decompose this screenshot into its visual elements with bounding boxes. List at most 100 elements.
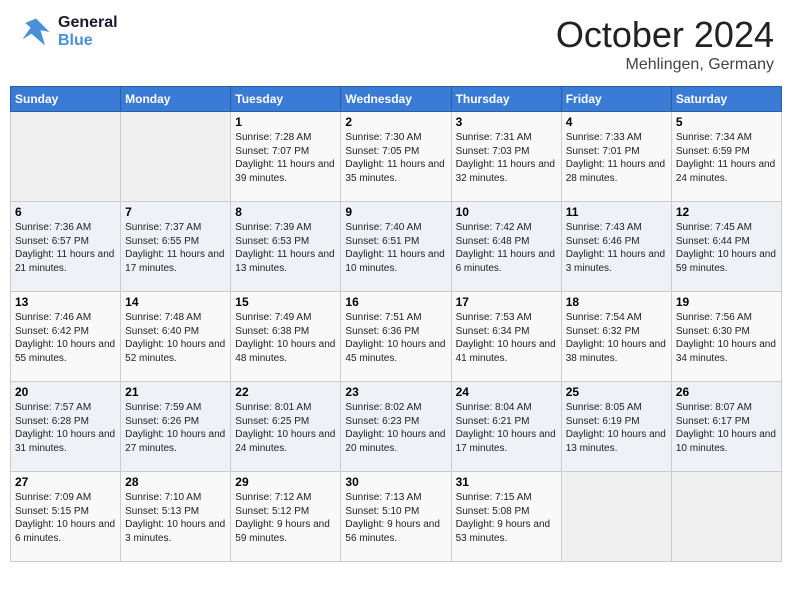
day-info: Sunrise: 7:59 AMSunset: 6:26 PMDaylight:… bbox=[125, 401, 226, 455]
col-tuesday: Tuesday bbox=[231, 87, 341, 112]
day-number: 20 bbox=[15, 385, 116, 399]
week-row-3: 13Sunrise: 7:46 AMSunset: 6:42 PMDayligh… bbox=[11, 292, 782, 382]
day-info: Sunrise: 8:01 AMSunset: 6:25 PMDaylight:… bbox=[235, 401, 336, 455]
day-number: 23 bbox=[345, 385, 446, 399]
table-row: 24Sunrise: 8:04 AMSunset: 6:21 PMDayligh… bbox=[451, 382, 561, 472]
day-info: Sunrise: 7:28 AMSunset: 7:07 PMDaylight:… bbox=[235, 131, 336, 185]
day-info: Sunrise: 7:12 AMSunset: 5:12 PMDaylight:… bbox=[235, 491, 336, 545]
day-number: 8 bbox=[235, 205, 336, 219]
day-number: 19 bbox=[676, 295, 777, 309]
day-number: 25 bbox=[566, 385, 667, 399]
table-row: 11 Sunrise: 7:43 AMSunset: 6:46 PMDayligh… bbox=[561, 202, 671, 292]
day-number: 11 bbox=[566, 205, 667, 219]
day-number: 5 bbox=[676, 115, 777, 129]
table-row: 19 Sunrise: 7:56 AMSunset: 6:30 PMDayligh… bbox=[671, 292, 781, 382]
day-info: Sunrise: 8:04 AMSunset: 6:21 PMDaylight:… bbox=[456, 401, 557, 455]
table-row: 7Sunrise: 7:37 AMSunset: 6:55 PMDaylight… bbox=[121, 202, 231, 292]
table-row: 29Sunrise: 7:12 AMSunset: 5:12 PMDayligh… bbox=[231, 472, 341, 562]
month-title: October 2024 bbox=[556, 14, 774, 56]
location-subtitle: Mehlingen, Germany bbox=[556, 56, 774, 74]
col-friday: Friday bbox=[561, 87, 671, 112]
table-row: 27 Sunrise: 7:09 AMSunset: 5:15 PMDayligh… bbox=[11, 472, 121, 562]
day-number: 18 bbox=[566, 295, 667, 309]
day-number: 30 bbox=[345, 475, 446, 489]
day-info: Sunrise: 7:46 AMSunset: 6:42 PMDaylight:… bbox=[15, 311, 116, 365]
day-info: Sunrise: 7:45 AMSunset: 6:44 PMDaylight:… bbox=[676, 221, 777, 275]
page-header: General Blue October 2024 Mehlingen, Ger… bbox=[10, 10, 782, 78]
day-info: Sunrise: 7:37 AMSunset: 6:55 PMDaylight:… bbox=[125, 221, 226, 275]
day-info: Sunrise: 7:33 AMSunset: 7:01 PMDaylight:… bbox=[566, 131, 667, 185]
day-number: 1 bbox=[235, 115, 336, 129]
logo: General Blue bbox=[18, 14, 118, 50]
table-row: 28 Sunrise: 7:10 AMSunset: 5:13 PMDayligh… bbox=[121, 472, 231, 562]
col-wednesday: Wednesday bbox=[341, 87, 451, 112]
table-row: 5 Sunrise: 7:34 AMSunset: 6:59 PMDaylight… bbox=[671, 112, 781, 202]
day-number: 4 bbox=[566, 115, 667, 129]
header-row: Sunday Monday Tuesday Wednesday Thursday… bbox=[11, 87, 782, 112]
calendar-body: 1 Sunrise: 7:28 AMSunset: 7:07 PMDaylight… bbox=[11, 112, 782, 562]
table-row: 3Sunrise: 7:31 AMSunset: 7:03 PMDaylight… bbox=[451, 112, 561, 202]
table-row: 8 Sunrise: 7:39 AMSunset: 6:53 PMDaylight… bbox=[231, 202, 341, 292]
day-number: 31 bbox=[456, 475, 557, 489]
day-info: Sunrise: 7:30 AMSunset: 7:05 PMDaylight:… bbox=[345, 131, 446, 185]
day-info: Sunrise: 7:10 AMSunset: 5:13 PMDaylight:… bbox=[125, 491, 226, 545]
day-info: Sunrise: 7:15 AMSunset: 5:08 PMDaylight:… bbox=[456, 491, 557, 545]
day-info: Sunrise: 7:48 AMSunset: 6:40 PMDaylight:… bbox=[125, 311, 226, 365]
day-info: Sunrise: 7:56 AMSunset: 6:30 PMDaylight:… bbox=[676, 311, 777, 365]
table-row: 30 Sunrise: 7:13 AMSunset: 5:10 PMDayligh… bbox=[341, 472, 451, 562]
table-row: 17Sunrise: 7:53 AMSunset: 6:34 PMDayligh… bbox=[451, 292, 561, 382]
col-thursday: Thursday bbox=[451, 87, 561, 112]
logo-bird-icon bbox=[18, 14, 54, 50]
day-info: Sunrise: 7:54 AMSunset: 6:32 PMDaylight:… bbox=[566, 311, 667, 365]
day-info: Sunrise: 7:57 AMSunset: 6:28 PMDaylight:… bbox=[15, 401, 116, 455]
day-info: Sunrise: 7:09 AMSunset: 5:15 PMDaylight:… bbox=[15, 491, 116, 545]
logo-general-text: General bbox=[58, 14, 118, 32]
logo-text: General Blue bbox=[58, 14, 118, 49]
table-row: 12Sunrise: 7:45 AMSunset: 6:44 PMDayligh… bbox=[671, 202, 781, 292]
day-info: Sunrise: 7:39 AMSunset: 6:53 PMDaylight:… bbox=[235, 221, 336, 275]
col-saturday: Saturday bbox=[671, 87, 781, 112]
logo-blue-text: Blue bbox=[58, 32, 118, 50]
day-number: 28 bbox=[125, 475, 226, 489]
table-row: 2 Sunrise: 7:30 AMSunset: 7:05 PMDaylight… bbox=[341, 112, 451, 202]
day-number: 14 bbox=[125, 295, 226, 309]
day-info: Sunrise: 7:36 AMSunset: 6:57 PMDaylight:… bbox=[15, 221, 116, 275]
week-row-2: 6 Sunrise: 7:36 AMSunset: 6:57 PMDaylight… bbox=[11, 202, 782, 292]
day-info: Sunrise: 8:07 AMSunset: 6:17 PMDaylight:… bbox=[676, 401, 777, 455]
day-number: 22 bbox=[235, 385, 336, 399]
day-number: 2 bbox=[345, 115, 446, 129]
table-row bbox=[11, 112, 121, 202]
calendar-table: Sunday Monday Tuesday Wednesday Thursday… bbox=[10, 86, 782, 562]
day-info: Sunrise: 7:34 AMSunset: 6:59 PMDaylight:… bbox=[676, 131, 777, 185]
day-number: 6 bbox=[15, 205, 116, 219]
table-row: 26 Sunrise: 8:07 AMSunset: 6:17 PMDayligh… bbox=[671, 382, 781, 472]
day-info: Sunrise: 7:42 AMSunset: 6:48 PMDaylight:… bbox=[456, 221, 557, 275]
table-row bbox=[121, 112, 231, 202]
day-number: 27 bbox=[15, 475, 116, 489]
day-info: Sunrise: 7:40 AMSunset: 6:51 PMDaylight:… bbox=[345, 221, 446, 275]
table-row: 22 Sunrise: 8:01 AMSunset: 6:25 PMDayligh… bbox=[231, 382, 341, 472]
day-info: Sunrise: 7:51 AMSunset: 6:36 PMDaylight:… bbox=[345, 311, 446, 365]
table-row: 1 Sunrise: 7:28 AMSunset: 7:07 PMDaylight… bbox=[231, 112, 341, 202]
day-info: Sunrise: 7:13 AMSunset: 5:10 PMDaylight:… bbox=[345, 491, 446, 545]
table-row: 15Sunrise: 7:49 AMSunset: 6:38 PMDayligh… bbox=[231, 292, 341, 382]
day-number: 21 bbox=[125, 385, 226, 399]
table-row: 9Sunrise: 7:40 AMSunset: 6:51 PMDaylight… bbox=[341, 202, 451, 292]
day-info: Sunrise: 7:53 AMSunset: 6:34 PMDaylight:… bbox=[456, 311, 557, 365]
table-row bbox=[561, 472, 671, 562]
day-number: 26 bbox=[676, 385, 777, 399]
table-row: 14 Sunrise: 7:48 AMSunset: 6:40 PMDayligh… bbox=[121, 292, 231, 382]
table-row: 31 Sunrise: 7:15 AMSunset: 5:08 PMDayligh… bbox=[451, 472, 561, 562]
day-number: 3 bbox=[456, 115, 557, 129]
table-row: 23 Sunrise: 8:02 AMSunset: 6:23 PMDayligh… bbox=[341, 382, 451, 472]
title-block: October 2024 Mehlingen, Germany bbox=[556, 14, 774, 74]
table-row bbox=[671, 472, 781, 562]
day-info: Sunrise: 7:49 AMSunset: 6:38 PMDaylight:… bbox=[235, 311, 336, 365]
day-info: Sunrise: 8:05 AMSunset: 6:19 PMDaylight:… bbox=[566, 401, 667, 455]
day-number: 10 bbox=[456, 205, 557, 219]
col-sunday: Sunday bbox=[11, 87, 121, 112]
table-row: 13Sunrise: 7:46 AMSunset: 6:42 PMDayligh… bbox=[11, 292, 121, 382]
day-info: Sunrise: 7:43 AMSunset: 6:46 PMDaylight:… bbox=[566, 221, 667, 275]
day-info: Sunrise: 8:02 AMSunset: 6:23 PMDaylight:… bbox=[345, 401, 446, 455]
table-row: 20 Sunrise: 7:57 AMSunset: 6:28 PMDayligh… bbox=[11, 382, 121, 472]
